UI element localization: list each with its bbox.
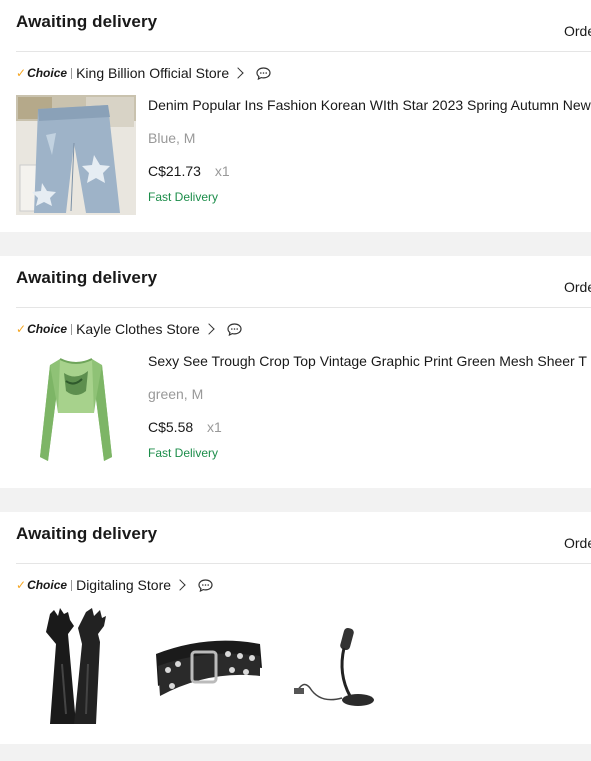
order-card: Awaiting delivery Orde ✓ Choice Kayle Cl… bbox=[0, 256, 591, 488]
store-name[interactable]: Digitaling Store bbox=[76, 577, 171, 593]
order-card: Awaiting delivery Orde ✓ Choice King Bil… bbox=[0, 0, 591, 232]
separator bbox=[71, 323, 73, 335]
product-title[interactable]: Sexy See Trough Crop Top Vintage Graphic… bbox=[148, 353, 587, 369]
separator bbox=[71, 579, 73, 591]
price-row: C$21.73 x1 bbox=[148, 163, 230, 179]
product-sku: green, M bbox=[148, 386, 204, 402]
check-icon: ✓ bbox=[16, 66, 27, 80]
divider bbox=[16, 563, 591, 564]
quantity: x1 bbox=[214, 163, 230, 179]
chat-icon[interactable] bbox=[227, 322, 242, 336]
price-row: C$5.58 x1 bbox=[148, 419, 222, 435]
chat-icon[interactable] bbox=[198, 578, 213, 592]
chevron-right-icon bbox=[174, 579, 186, 591]
microphone-image bbox=[294, 627, 374, 706]
chevron-right-icon bbox=[203, 323, 215, 335]
choice-badge: ✓ Choice bbox=[16, 578, 76, 592]
quantity: x1 bbox=[207, 419, 222, 435]
order-details-link[interactable]: Orde bbox=[564, 279, 591, 295]
product-image-belt[interactable] bbox=[148, 604, 268, 728]
store-name[interactable]: King Billion Official Store bbox=[76, 65, 229, 81]
choice-label: Choice bbox=[27, 578, 68, 592]
price: C$21.73 bbox=[148, 163, 201, 179]
product-image-microphone[interactable] bbox=[280, 604, 400, 728]
divider bbox=[16, 51, 591, 52]
separator bbox=[71, 67, 73, 79]
divider bbox=[16, 307, 591, 308]
product-title[interactable]: Denim Popular Ins Fashion Korean WIth St… bbox=[148, 97, 591, 113]
choice-label: Choice bbox=[27, 322, 68, 336]
choice-badge: ✓ Choice bbox=[16, 322, 76, 336]
order-status: Awaiting delivery bbox=[16, 524, 158, 543]
choice-badge: ✓ Choice bbox=[16, 66, 76, 80]
store-name[interactable]: Kayle Clothes Store bbox=[76, 321, 200, 337]
order-details-link[interactable]: Orde bbox=[564, 23, 591, 39]
chat-icon[interactable] bbox=[256, 66, 271, 80]
price: C$5.58 bbox=[148, 419, 194, 435]
product-image-gloves[interactable] bbox=[16, 604, 136, 728]
belt-image bbox=[156, 640, 262, 696]
order-details-link[interactable]: Orde bbox=[564, 535, 591, 551]
crop-top-image bbox=[40, 358, 112, 461]
fast-delivery-label: Fast Delivery bbox=[148, 446, 219, 460]
product-image-crop-top[interactable] bbox=[16, 351, 136, 471]
choice-label: Choice bbox=[27, 66, 68, 80]
store-row[interactable]: ✓ Choice Kayle Clothes Store bbox=[16, 320, 242, 338]
fast-delivery-label: Fast Delivery bbox=[148, 190, 219, 204]
store-row[interactable]: ✓ Choice King Billion Official Store bbox=[16, 64, 271, 82]
order-status: Awaiting delivery bbox=[16, 12, 158, 31]
order-status: Awaiting delivery bbox=[16, 268, 158, 287]
chevron-right-icon bbox=[232, 67, 244, 79]
product-sku: Blue, M bbox=[148, 130, 196, 146]
check-icon: ✓ bbox=[16, 322, 27, 336]
store-row[interactable]: ✓ Choice Digitaling Store bbox=[16, 576, 213, 594]
jeans-image bbox=[16, 95, 136, 215]
check-icon: ✓ bbox=[16, 578, 27, 592]
gloves-image bbox=[46, 608, 106, 724]
product-image-jeans[interactable] bbox=[16, 95, 136, 215]
